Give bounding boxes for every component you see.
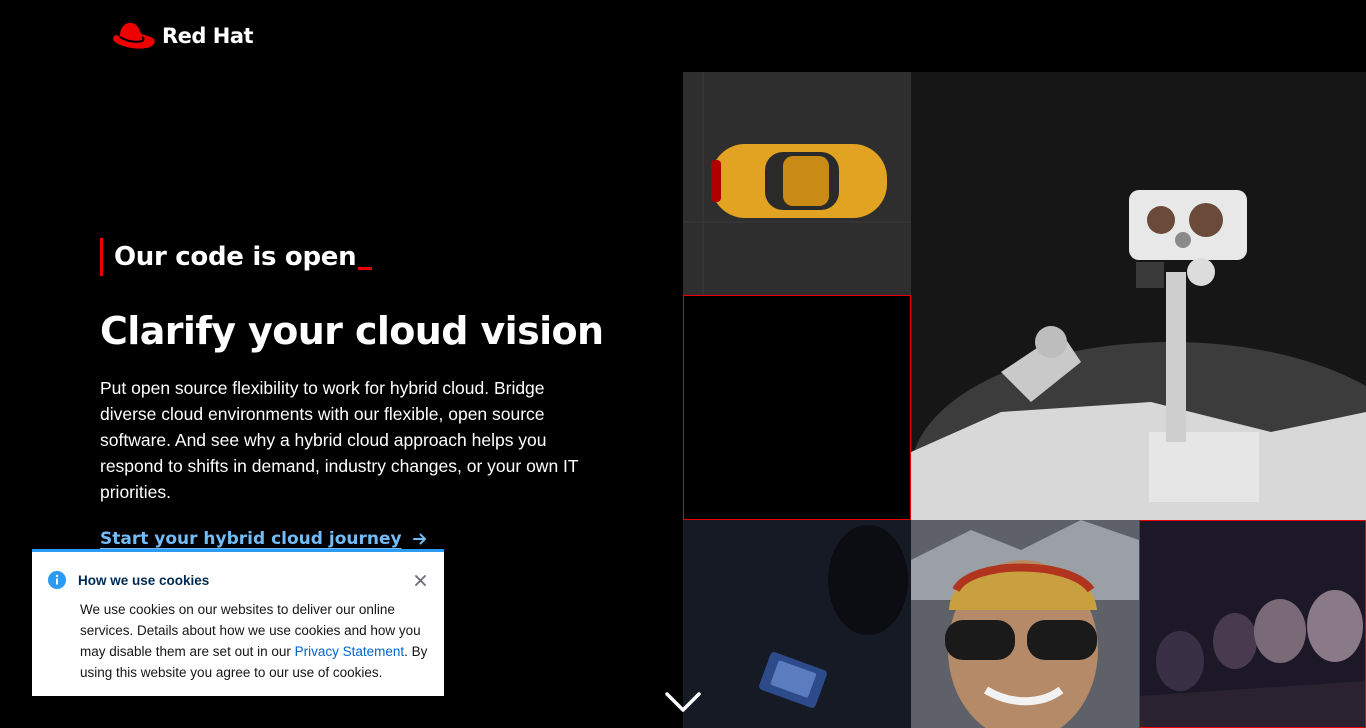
eyebrow-text: Our code is open bbox=[114, 242, 357, 272]
hero-description: Put open source flexibility to work for … bbox=[100, 378, 579, 502]
audience-photo bbox=[1139, 520, 1366, 728]
car-photo bbox=[683, 72, 911, 295]
cookie-banner: How we use cookies We use cookies on our… bbox=[32, 549, 444, 696]
chevron-down-icon bbox=[665, 692, 701, 712]
cookie-banner-title: How we use cookies bbox=[78, 572, 210, 588]
cta-label: Start your hybrid cloud journey bbox=[100, 529, 402, 549]
scroll-down-button[interactable] bbox=[664, 690, 702, 716]
close-icon bbox=[414, 574, 426, 586]
arrow-right-icon bbox=[412, 533, 426, 545]
red-hat-icon bbox=[113, 22, 155, 49]
privacy-statement-link[interactable]: Privacy Statement bbox=[295, 644, 405, 659]
cookie-banner-message: We use cookies on our websites to delive… bbox=[80, 599, 428, 683]
eyebrow: Our code is open bbox=[100, 238, 373, 276]
info-icon bbox=[48, 571, 66, 589]
cookie-banner-header: How we use cookies bbox=[48, 570, 428, 590]
phone-photo bbox=[683, 520, 911, 728]
robot-rover-photo bbox=[911, 72, 1366, 520]
cookie-close-button[interactable] bbox=[412, 572, 428, 588]
image-mosaic bbox=[683, 72, 1366, 728]
woman-sunglasses-photo bbox=[911, 520, 1139, 728]
page-title: Clarify your cloud vision bbox=[100, 309, 604, 353]
cursor-underscore bbox=[358, 266, 373, 270]
empty-red-tile bbox=[683, 295, 911, 520]
red-hat-logo[interactable]: Red Hat bbox=[112, 18, 254, 54]
brand-name: Red Hat bbox=[162, 24, 254, 48]
hybrid-cloud-journey-link[interactable]: Start your hybrid cloud journey bbox=[100, 529, 428, 549]
